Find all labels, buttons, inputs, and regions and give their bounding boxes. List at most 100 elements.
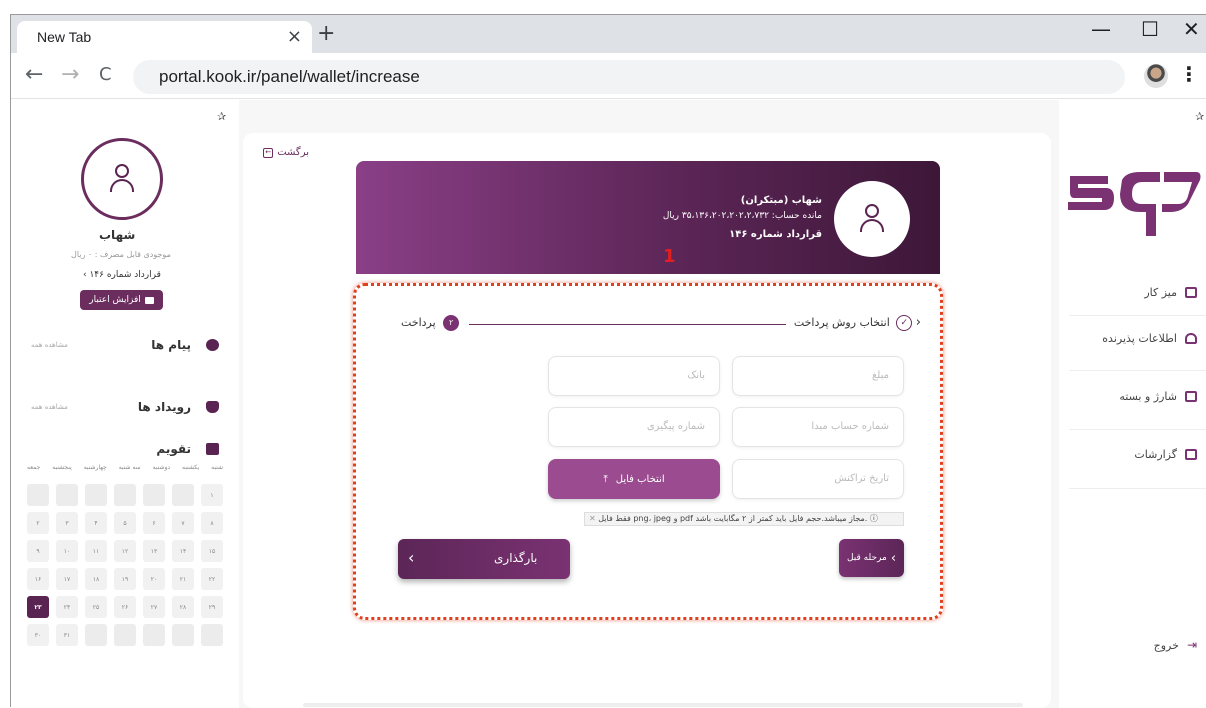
- calendar-weekday: دوشنبه: [152, 464, 171, 471]
- calendar-day[interactable]: ۴: [85, 512, 107, 534]
- calendar-day[interactable]: ۸: [201, 512, 223, 534]
- calendar-day[interactable]: ۱۷: [56, 568, 78, 590]
- sidebar-item-reports[interactable]: گزارشات: [1134, 448, 1197, 461]
- page-content: ✰ شهاب موجودی قابل مصرف : ۰ ریال ‹ قرارد…: [11, 100, 1206, 708]
- sidebar-divider: [1069, 315, 1206, 316]
- transaction-date-placeholder: تاریخ تراکنش: [834, 473, 889, 484]
- calendar-day[interactable]: ۶: [143, 512, 165, 534]
- close-window-button[interactable]: ✕: [1183, 17, 1200, 41]
- sidebar-item-merchant-info-label: اطلاعات پذیرنده: [1102, 332, 1177, 345]
- messages-see-all[interactable]: مشاهده همه: [31, 341, 68, 349]
- maximize-button[interactable]: ☐: [1141, 17, 1159, 41]
- minimize-button[interactable]: —: [1091, 17, 1111, 41]
- calendar-empty-cell: [85, 624, 107, 646]
- calendar-day[interactable]: ۱۳: [143, 540, 165, 562]
- sidebar-item-desk-label: میز کار: [1144, 286, 1177, 299]
- profile-avatar[interactable]: [1144, 64, 1168, 88]
- calendar-day[interactable]: ۱۸: [85, 568, 107, 590]
- url-text: portal.kook.ir/panel/wallet/increase: [159, 67, 420, 86]
- calendar-day[interactable]: ۲۷: [143, 596, 165, 618]
- contract-label: قرارداد شماره ۱۴۶: [89, 270, 161, 280]
- step-select-method[interactable]: انتخاب روش پرداخت ✓ ›: [794, 315, 921, 331]
- calendar-weekdays: جمعه پنجشنبه چهارشنبه سه شنبه دوشنبه یکشنبه شن…: [27, 464, 223, 471]
- calendar-day[interactable]: ۱۰: [56, 540, 78, 562]
- calendar-day[interactable]: ۳۰: [27, 624, 49, 646]
- calendar-day[interactable]: ۱۱: [85, 540, 107, 562]
- calendar-day[interactable]: ۵: [114, 512, 136, 534]
- browser-menu-icon[interactable]: ⋮: [1179, 62, 1199, 86]
- desk-icon: [1185, 287, 1197, 298]
- calendar-day[interactable]: ۷: [172, 512, 194, 534]
- increase-credit-button[interactable]: افزایش اعتبار: [80, 290, 163, 310]
- sidebar-pin-icon[interactable]: ✰: [1195, 110, 1204, 123]
- calendar-empty-cell: [143, 624, 165, 646]
- tracking-number-field[interactable]: شماره پیگیری: [548, 407, 720, 447]
- banner-avatar: [834, 181, 910, 257]
- tab-close-icon[interactable]: ×: [287, 26, 302, 47]
- sidebar-item-merchant-info[interactable]: اطلاعات پذیرنده: [1102, 332, 1197, 345]
- calendar-title: تقویم: [156, 442, 191, 456]
- left-panel: ✰ شهاب موجودی قابل مصرف : ۰ ریال ‹ قرارد…: [11, 100, 239, 708]
- calendar-day[interactable]: ۱۵: [201, 540, 223, 562]
- bank-field[interactable]: بانک: [548, 356, 720, 396]
- calendar-day[interactable]: ۳۱: [56, 624, 78, 646]
- calendar-day[interactable]: ۲۹: [201, 596, 223, 618]
- horizontal-scrollbar[interactable]: [303, 703, 1023, 707]
- calendar-day[interactable]: ۱۹: [114, 568, 136, 590]
- calendar-section: تقویم: [11, 440, 239, 460]
- messages-section: مشاهده همه پیام ها: [11, 336, 239, 356]
- calendar-day[interactable]: ۲۴: [56, 596, 78, 618]
- calendar-day[interactable]: ۱۴: [172, 540, 194, 562]
- contract-link[interactable]: ‹ قرارداد شماره ۱۴۶: [83, 270, 161, 280]
- back-button[interactable]: ←: [25, 62, 43, 87]
- balance-text: موجودی قابل مصرف : ۰ ریال: [71, 250, 171, 259]
- logout-link[interactable]: خروج ⇥: [1154, 638, 1197, 652]
- logout-label: خروج: [1153, 638, 1179, 652]
- banner-user-icon: [857, 204, 887, 234]
- calendar-day[interactable]: ۲۵: [85, 596, 107, 618]
- calendar-day[interactable]: ۲۲: [201, 568, 223, 590]
- upload-button[interactable]: ‹ بارگذاری: [398, 539, 570, 579]
- sidebar-item-charge[interactable]: شارژ و بسته: [1119, 390, 1197, 403]
- calendar-day[interactable]: ۱۶: [27, 568, 49, 590]
- main-card: ← برگشت شهاب (مبتکران) مانده حساب: ۳۵،۱۳…: [243, 133, 1051, 708]
- calendar-day[interactable]: ۹: [27, 540, 49, 562]
- amount-field[interactable]: مبلغ: [732, 356, 904, 396]
- prev-chevron-icon: ‹: [890, 550, 897, 566]
- pin-icon[interactable]: ✰: [217, 110, 226, 123]
- check-icon: ✓: [896, 315, 913, 331]
- calendar-day[interactable]: ۲۳: [27, 596, 49, 618]
- reload-button[interactable]: C: [99, 64, 112, 85]
- events-title: رویداد ها: [137, 400, 191, 414]
- tracking-placeholder: شماره پیگیری: [646, 421, 705, 432]
- info-icon: ⓘ: [869, 514, 878, 523]
- note-text: فقط فایل png، jpeg و pdf مجاز میباشد.حجم…: [598, 514, 868, 523]
- previous-step-button[interactable]: مرحله قبل ‹: [839, 539, 904, 577]
- calendar-day[interactable]: ۱۲: [114, 540, 136, 562]
- address-bar[interactable]: portal.kook.ir/panel/wallet/increase: [133, 60, 1125, 94]
- calendar-day[interactable]: ۲: [27, 512, 49, 534]
- calendar-day[interactable]: ۲۶: [114, 596, 136, 618]
- calendar-day[interactable]: ۲۸: [172, 596, 194, 618]
- calendar-empty-cell: [172, 484, 194, 506]
- source-account-field[interactable]: شماره حساب مبدا: [732, 407, 904, 447]
- transaction-date-field[interactable]: تاریخ تراکنش: [732, 459, 904, 499]
- events-see-all[interactable]: مشاهده همه: [31, 403, 68, 411]
- calendar-day[interactable]: ۲۱: [172, 568, 194, 590]
- calendar-weekday: چهارشنبه: [83, 464, 107, 471]
- back-link[interactable]: ← برگشت: [263, 147, 309, 158]
- tab-title: New Tab: [37, 29, 92, 45]
- calendar-empty-cell: [114, 624, 136, 646]
- calendar-day[interactable]: ۲۰: [143, 568, 165, 590]
- payment-stepper: پرداخت ۲ انتخاب روش پرداخت ✓ ›: [401, 314, 921, 334]
- browser-tab[interactable]: New Tab ×: [17, 21, 312, 53]
- note-close-icon[interactable]: ✕: [589, 514, 596, 523]
- new-tab-button[interactable]: +: [317, 21, 335, 46]
- forward-button[interactable]: →: [61, 62, 79, 87]
- calendar-day[interactable]: ۳: [56, 512, 78, 534]
- calendar-day[interactable]: ۱: [201, 484, 223, 506]
- sidebar-item-desk[interactable]: میز کار: [1144, 286, 1197, 299]
- select-file-button[interactable]: ⤒ انتخاب فایل: [548, 459, 720, 499]
- chat-icon: [206, 339, 219, 351]
- upload-label: بارگذاری: [494, 551, 538, 565]
